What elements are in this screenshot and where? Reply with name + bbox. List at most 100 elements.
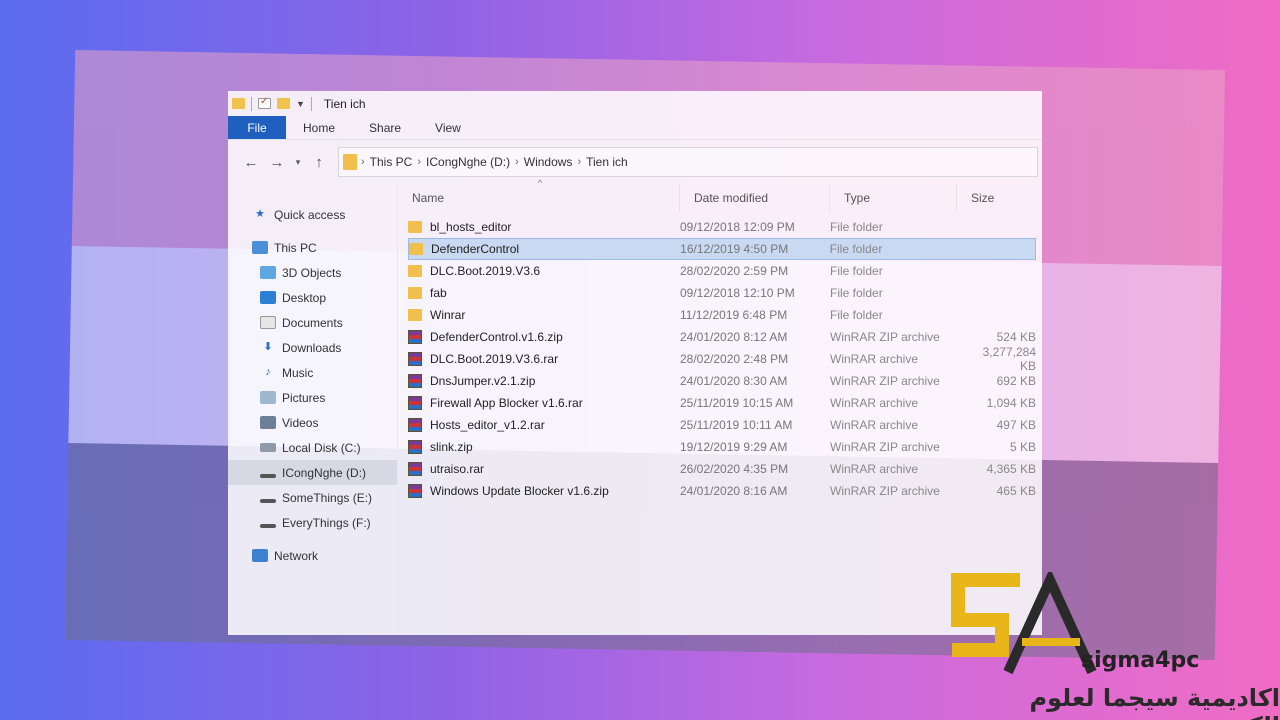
type-cell: File folder (830, 286, 883, 300)
sidebar-item-pictures[interactable]: Pictures (228, 385, 397, 410)
sort-ascending-icon: ^ (538, 178, 543, 188)
sidebar-item-everythings-f[interactable]: EveryThings (F:) (228, 510, 397, 535)
table-row[interactable]: DefenderControl 16/12/2019 4:50 PM File fo… (408, 238, 1036, 260)
file-name-cell: utraiso.rar (408, 462, 680, 476)
table-row[interactable]: fab 09/12/2018 12:10 PM File folder (408, 282, 1036, 304)
star-icon: ★ (255, 208, 265, 220)
size-cell: 524 KB (996, 330, 1036, 344)
date-modified-cell: 16/12/2019 4:50 PM (680, 242, 789, 256)
archive-icon (408, 352, 422, 366)
column-type[interactable]: Type (830, 184, 957, 212)
properties-icon[interactable] (258, 96, 271, 109)
drive-icon (260, 523, 276, 528)
breadcrumb-tien-ich[interactable]: Tien ich (581, 155, 633, 169)
archive-icon (408, 374, 422, 388)
date-modified-cell: 28/02/2020 2:48 PM (680, 352, 789, 366)
date-modified-cell: 19/12/2019 9:29 AM (680, 440, 788, 454)
table-row[interactable]: DLC.Boot.2019.V3.6.rar 28/02/2020 2:48 PM… (408, 345, 1036, 373)
table-row[interactable]: DnsJumper.v2.1.zip 24/01/2020 8:30 AM WinR… (408, 370, 1036, 392)
archive-icon (408, 418, 422, 432)
size-cell: 3,277,284 KB (982, 345, 1036, 373)
column-headers: Name Date modified Type Size (398, 184, 1042, 212)
drive-icon (260, 498, 276, 503)
table-row[interactable]: Winrar 11/12/2019 6:48 PM File folder (408, 304, 1036, 326)
folder-icon (408, 221, 422, 233)
tab-file[interactable]: File (228, 116, 286, 139)
sidebar-item-this-pc[interactable]: This PC (228, 235, 397, 260)
tab-share[interactable]: Share (352, 116, 418, 139)
forward-arrow-icon[interactable]: → (264, 154, 290, 171)
file-name-cell: DefenderControl (409, 242, 680, 256)
address-bar[interactable]: › This PC › ICongNghe (D:) › Windows › T… (338, 147, 1038, 177)
type-cell: File folder (829, 242, 883, 256)
type-cell: WinRAR archive (830, 352, 919, 366)
table-row[interactable]: Hosts_editor_v1.2.rar 25/11/2019 10:11 AM… (408, 414, 1036, 436)
table-row[interactable]: DefenderControl.v1.6.zip 24/01/2020 8:12 … (408, 326, 1036, 348)
network-icon (252, 549, 268, 562)
back-arrow-icon[interactable]: ← (238, 154, 264, 171)
sidebar-item-network[interactable]: Network (228, 543, 397, 568)
folder-icon (409, 243, 423, 255)
table-row[interactable]: Windows Update Blocker v1.6.zip 24/01/202… (408, 480, 1036, 502)
archive-icon (408, 440, 422, 454)
sidebar-item-quick-access[interactable]: ★ Quick access (228, 202, 397, 227)
file-name-cell: Hosts_editor_v1.2.rar (408, 418, 680, 432)
date-modified-cell: 24/01/2020 8:12 AM (680, 330, 788, 344)
drive-icon (260, 473, 276, 478)
breadcrumb-drive-d[interactable]: ICongNghe (D:) (421, 155, 515, 169)
date-modified-cell: 09/12/2018 12:09 PM (680, 220, 795, 234)
sidebar-item-somethings-e[interactable]: SomeThings (E:) (228, 485, 397, 510)
type-cell: WinRAR ZIP archive (830, 374, 940, 388)
archive-icon (408, 484, 422, 498)
folder-icon (408, 265, 422, 277)
sidebar-item-desktop[interactable]: Desktop (228, 285, 397, 310)
archive-icon (408, 462, 422, 476)
folder-icon (408, 287, 422, 299)
customize-toolbar-icon[interactable]: ▼ (296, 99, 305, 109)
tab-view[interactable]: View (418, 116, 478, 139)
sidebar-item-videos[interactable]: Videos (228, 410, 397, 435)
file-name-cell: DLC.Boot.2019.V3.6 (408, 264, 680, 278)
table-row[interactable]: DLC.Boot.2019.V3.6 28/02/2020 2:59 PM File… (408, 260, 1036, 282)
picture-icon (260, 391, 276, 404)
table-row[interactable]: bl_hosts_editor 09/12/2018 12:09 PM File f… (408, 216, 1036, 238)
table-row[interactable]: slink.zip 19/12/2019 9:29 AM WinRAR ZIP ar… (408, 436, 1036, 458)
download-icon: ⬇ (263, 341, 273, 353)
size-cell: 4,365 KB (986, 462, 1036, 476)
column-size[interactable]: Size (957, 184, 1037, 212)
column-date-modified[interactable]: Date modified (680, 184, 830, 212)
navigation-pane: ★ Quick access This PC 3D Objects Deskto… (228, 184, 398, 635)
file-name-cell: fab (408, 286, 680, 300)
breadcrumb-this-pc[interactable]: This PC (365, 155, 418, 169)
pc-icon (252, 241, 268, 254)
sidebar-item-documents[interactable]: Documents (228, 310, 397, 335)
table-row[interactable]: utraiso.rar 26/02/2020 4:35 PM WinRAR arch… (408, 458, 1036, 480)
music-icon: ♪ (265, 366, 271, 378)
date-modified-cell: 09/12/2018 12:10 PM (680, 286, 795, 300)
drive-icon (260, 443, 276, 452)
new-folder-icon[interactable] (277, 98, 290, 109)
size-cell: 692 KB (996, 374, 1036, 388)
column-name[interactable]: Name (398, 184, 680, 212)
title-bar: ▼ Tien ich (228, 91, 1042, 116)
tab-home[interactable]: Home (286, 116, 352, 139)
recent-locations-icon[interactable]: ▾ (290, 157, 306, 168)
brand-arabic-tagline: اكاديمية سيجما لعلوم الكمبيوتر (1029, 684, 1280, 720)
breadcrumb-windows[interactable]: Windows (519, 155, 578, 169)
sidebar-item-downloads[interactable]: ⬇ Downloads (228, 335, 397, 360)
cube-icon (260, 266, 276, 279)
type-cell: WinRAR ZIP archive (830, 484, 940, 498)
size-cell: 1,094 KB (986, 396, 1036, 410)
type-cell: WinRAR archive (830, 418, 919, 432)
size-cell: 5 KB (1009, 440, 1036, 454)
sidebar-item-local-disk-c[interactable]: Local Disk (C:) (228, 435, 397, 460)
sidebar-item-icongnghe-d[interactable]: ICongNghe (D:) (228, 460, 397, 485)
sidebar-item-music[interactable]: ♪ Music (228, 360, 397, 385)
date-modified-cell: 28/02/2020 2:59 PM (680, 264, 789, 278)
file-name-cell: Winrar (408, 308, 680, 322)
file-name-cell: Firewall App Blocker v1.6.rar (408, 396, 680, 410)
up-arrow-icon[interactable]: ↑ (306, 154, 332, 171)
table-row[interactable]: Firewall App Blocker v1.6.rar 25/11/2019 … (408, 392, 1036, 414)
sidebar-item-3d-objects[interactable]: 3D Objects (228, 260, 397, 285)
size-cell: 465 KB (996, 484, 1036, 498)
